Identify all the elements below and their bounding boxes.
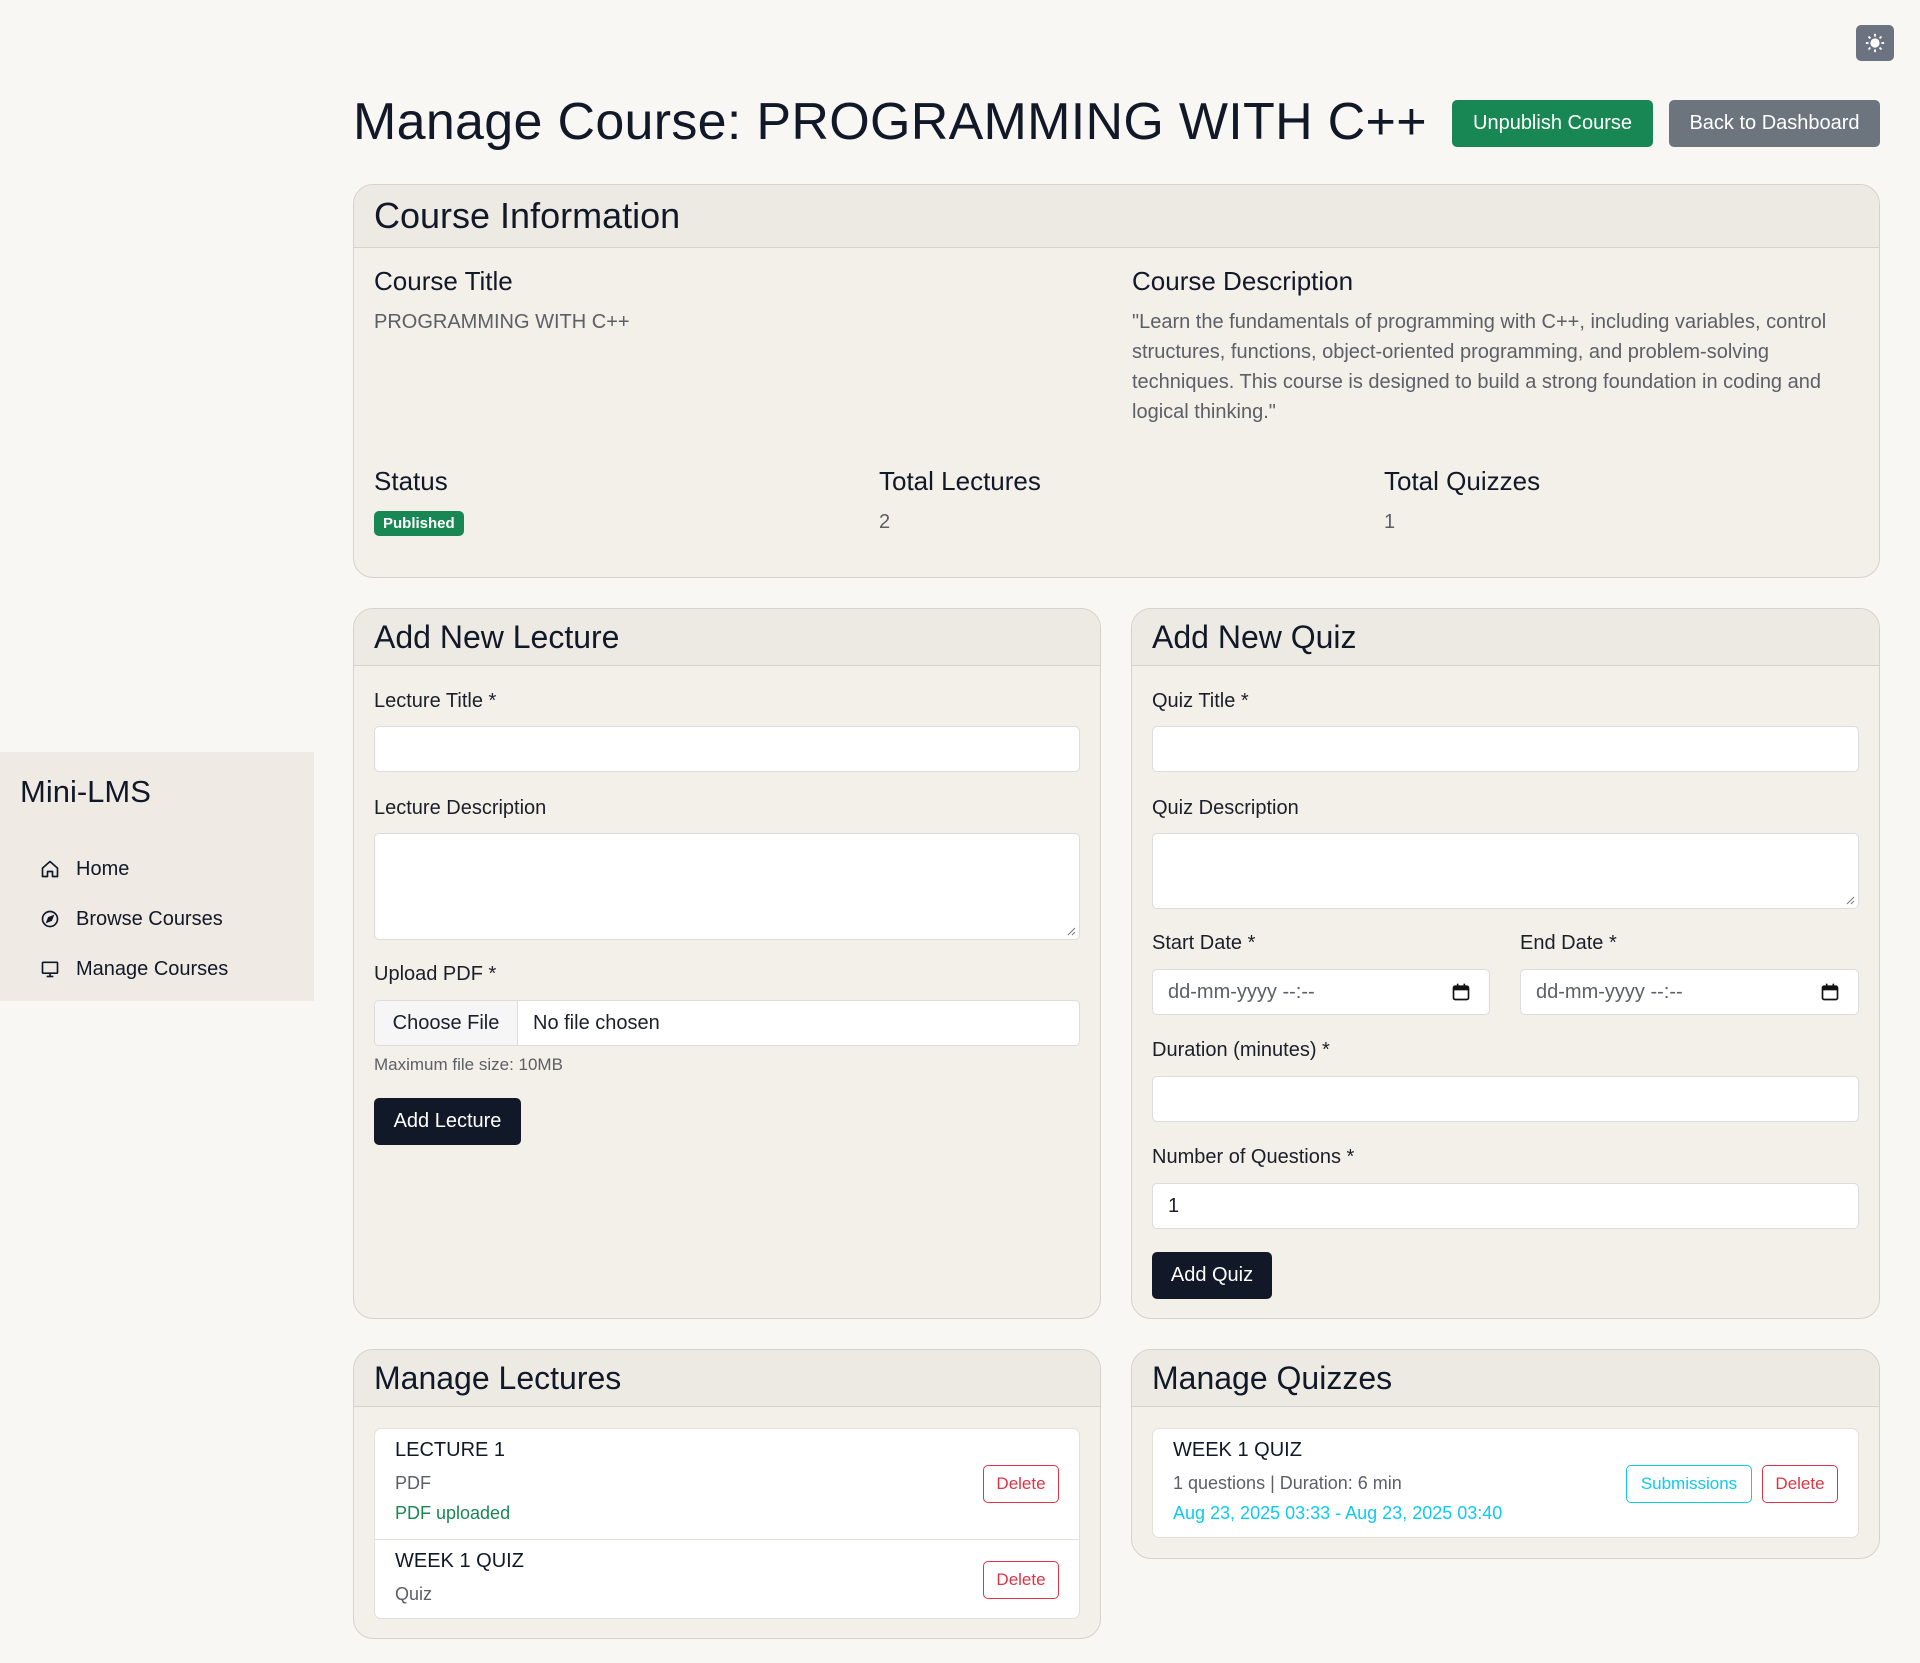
choose-file-button[interactable]: Choose File <box>375 1001 518 1045</box>
back-to-dashboard-button[interactable]: Back to Dashboard <box>1669 100 1880 147</box>
number-of-questions-input[interactable]: 1 <box>1152 1183 1859 1229</box>
total-quizzes-value: 1 <box>1384 511 1396 533</box>
sidebar-item-label: Browse Courses <box>76 907 223 930</box>
lecture-title-input[interactable] <box>374 726 1080 772</box>
upload-pdf-label: Upload PDF * <box>374 963 497 985</box>
monitor-icon <box>38 957 62 981</box>
add-lecture-button[interactable]: Add Lecture <box>374 1098 521 1145</box>
compass-icon <box>38 907 62 931</box>
sidebar-item-label: Manage Courses <box>76 957 229 980</box>
total-quizzes-label: Total Quizzes <box>1384 466 1541 496</box>
total-lectures-value: 2 <box>879 511 891 533</box>
sidebar-item-label: Home <box>76 857 130 880</box>
item-schedule: Aug 23, 2025 03:33 - Aug 23, 2025 03:40 <box>1173 1503 1503 1523</box>
end-date-placeholder: dd-mm-yyyy --:-- <box>1536 980 1683 1003</box>
card-header: Add New Quiz <box>1132 609 1879 666</box>
course-description-value: "Learn the fundamentals of programming w… <box>1132 311 1827 423</box>
total-lectures-label: Total Lectures <box>879 466 1041 496</box>
card-header: Manage Lectures <box>354 1350 1100 1407</box>
sidebar-item-manage-courses[interactable]: Manage Courses <box>38 944 228 994</box>
item-type: Quiz <box>395 1584 433 1604</box>
end-date-input[interactable]: dd-mm-yyyy --:-- <box>1520 969 1859 1015</box>
quiz-description-label: Quiz Description <box>1152 797 1299 819</box>
start-date-input[interactable]: dd-mm-yyyy --:-- <box>1152 969 1490 1015</box>
delete-button[interactable]: Delete <box>983 1561 1059 1599</box>
card-header: Add New Lecture <box>354 609 1100 666</box>
lecture-title-label: Lecture Title * <box>374 690 497 712</box>
submissions-button[interactable]: Submissions <box>1626 1465 1752 1503</box>
sidebar-nav: Home Browse Courses Manage Courses <box>38 844 228 994</box>
sun-icon <box>1865 33 1885 53</box>
item-type: PDF <box>395 1473 431 1493</box>
number-of-questions-label: Number of Questions * <box>1152 1146 1355 1168</box>
course-description-label: Course Description <box>1132 266 1354 296</box>
pdf-file-input[interactable]: Choose File No file chosen <box>374 1000 1080 1046</box>
sidebar: Mini-LMS Home Browse Courses Manage Cour… <box>0 752 314 1001</box>
calendar-icon[interactable] <box>1451 982 1471 1002</box>
item-title: LECTURE 1 <box>395 1439 506 1461</box>
add-quiz-button[interactable]: Add Quiz <box>1152 1252 1272 1299</box>
course-title-label: Course Title <box>374 266 513 296</box>
manage-lectures-card: Manage Lectures LECTURE 1 PDF PDF upload… <box>353 1349 1101 1639</box>
add-quiz-card: Add New Quiz Quiz Title * Quiz Descripti… <box>1131 608 1880 1319</box>
resize-handle-icon[interactable] <box>1066 926 1076 936</box>
list-item: WEEK 1 QUIZ Quiz Delete <box>375 1539 1079 1620</box>
quiz-description-textarea[interactable] <box>1152 833 1859 909</box>
item-status: PDF uploaded <box>395 1503 511 1523</box>
sidebar-item-home[interactable]: Home <box>38 844 228 894</box>
lecture-description-label: Lecture Description <box>374 797 547 819</box>
lectures-list: LECTURE 1 PDF PDF uploaded Delete WEEK 1… <box>374 1428 1080 1619</box>
file-status-text: No file chosen <box>533 1011 660 1034</box>
delete-button[interactable]: Delete <box>983 1465 1059 1503</box>
theme-toggle-button[interactable] <box>1856 25 1894 61</box>
file-size-hint: Maximum file size: 10MB <box>374 1055 563 1074</box>
course-title-value: PROGRAMMING WITH C++ <box>374 311 630 333</box>
status-badge: Published <box>374 511 464 536</box>
calendar-icon[interactable] <box>1820 982 1840 1002</box>
item-title: WEEK 1 QUIZ <box>395 1550 524 1572</box>
duration-label: Duration (minutes) * <box>1152 1039 1330 1061</box>
unpublish-course-button[interactable]: Unpublish Course <box>1452 100 1653 147</box>
item-meta: 1 questions | Duration: 6 min <box>1173 1473 1402 1493</box>
quiz-title-label: Quiz Title * <box>1152 690 1249 712</box>
card-header: Manage Quizzes <box>1132 1350 1879 1407</box>
status-label: Status <box>374 466 448 496</box>
delete-button[interactable]: Delete <box>1762 1465 1838 1503</box>
page-title: Manage Course: PROGRAMMING WITH C++ <box>353 93 1427 151</box>
brand-logo-text[interactable]: Mini-LMS <box>20 774 151 810</box>
quiz-title-input[interactable] <box>1152 726 1859 772</box>
card-header: Course Information <box>354 185 1879 248</box>
resize-handle-icon[interactable] <box>1845 895 1855 905</box>
sidebar-item-browse-courses[interactable]: Browse Courses <box>38 894 228 944</box>
list-item: LECTURE 1 PDF PDF uploaded Delete <box>375 1429 1079 1539</box>
start-date-placeholder: dd-mm-yyyy --:-- <box>1168 980 1315 1003</box>
duration-input[interactable] <box>1152 1076 1859 1122</box>
home-icon <box>38 857 62 881</box>
end-date-label: End Date * <box>1520 932 1617 954</box>
lecture-description-textarea[interactable] <box>374 833 1080 940</box>
manage-quizzes-card: Manage Quizzes WEEK 1 QUIZ 1 questions |… <box>1131 1349 1880 1559</box>
list-item: WEEK 1 QUIZ 1 questions | Duration: 6 mi… <box>1153 1429 1858 1539</box>
item-title: WEEK 1 QUIZ <box>1173 1439 1302 1461</box>
course-information-card: Course Information Course Title PROGRAMM… <box>353 184 1880 578</box>
quizzes-list: WEEK 1 QUIZ 1 questions | Duration: 6 mi… <box>1152 1428 1859 1538</box>
start-date-label: Start Date * <box>1152 932 1256 954</box>
add-lecture-card: Add New Lecture Lecture Title * Lecture … <box>353 608 1101 1319</box>
